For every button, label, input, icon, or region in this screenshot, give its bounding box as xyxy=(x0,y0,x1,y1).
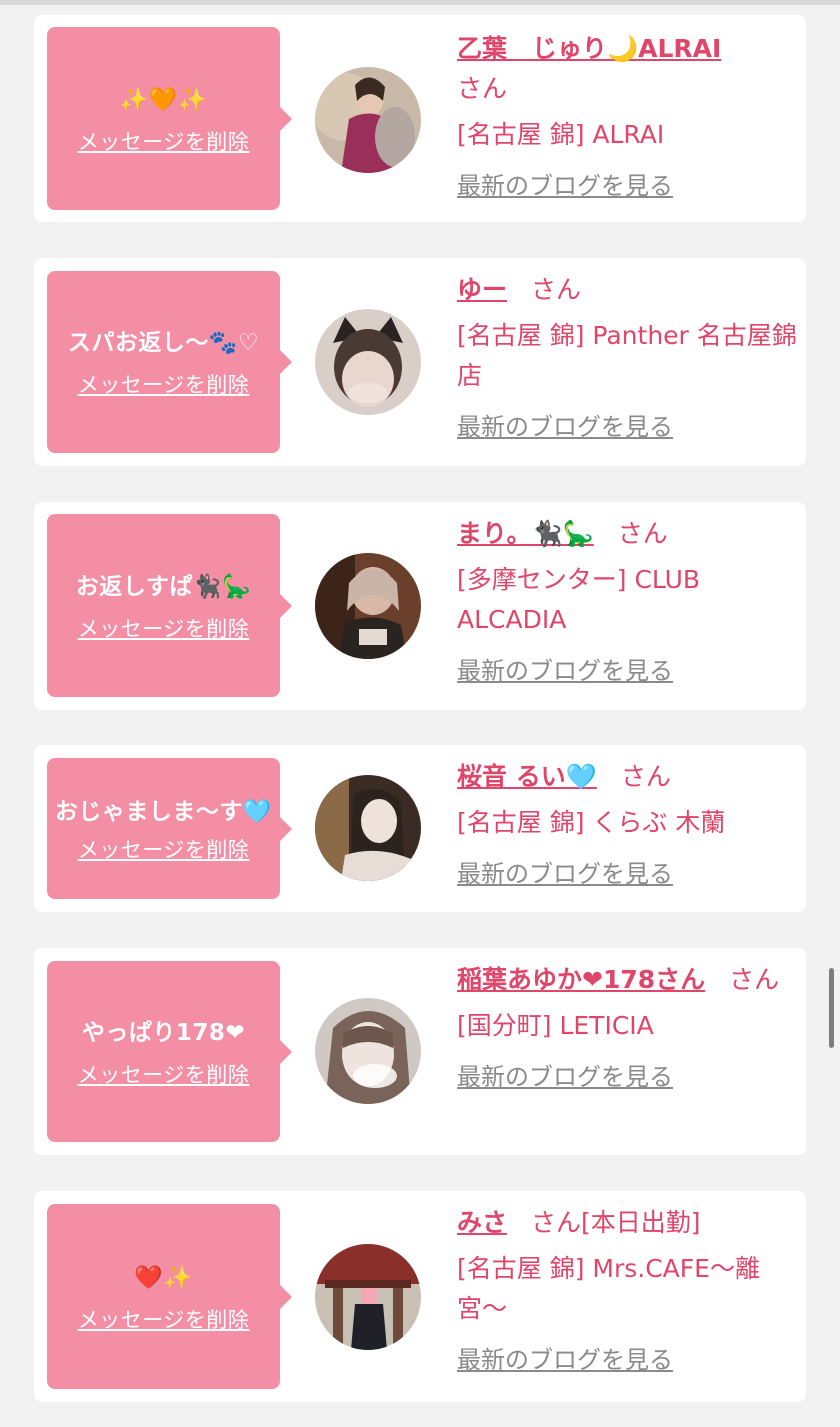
shop-name: [名古屋 錦] Mrs.CAFE〜離宮〜 xyxy=(457,1254,760,1323)
delete-message-link[interactable]: メッセージを削除 xyxy=(78,613,250,643)
sender-info: みさ さん[本日出勤] [名古屋 錦] Mrs.CAFE〜離宮〜 最新のブログを見… xyxy=(457,1203,797,1377)
message-card: やっぱり178❤ メッセージを削除 稲葉あゆか❤178さん さん [国分町] LE… xyxy=(34,948,806,1155)
message-card: ✨🧡✨ メッセージを削除 乙葉 じゅり🌙ALRAI さん [名古屋 錦] ALR… xyxy=(34,15,806,222)
sender-info: 乙葉 じゅり🌙ALRAI さん [名古屋 錦] ALRAI 最新のブログを見る xyxy=(457,29,797,203)
message-bubble: ❤️✨ メッセージを削除 xyxy=(47,1204,292,1389)
avatar[interactable] xyxy=(315,67,421,173)
message-text: スパお返し〜🐾♡ xyxy=(67,330,260,356)
honorific: さん xyxy=(457,74,508,103)
honorific: さん xyxy=(617,519,668,548)
avatar[interactable] xyxy=(315,998,421,1104)
message-text: やっぱり178❤ xyxy=(81,1019,246,1046)
shop-name: [国分町] LETICIA xyxy=(457,1011,654,1040)
honorific: さん xyxy=(620,762,671,791)
sender-info: 稲葉あゆか❤178さん さん [国分町] LETICIA 最新のブログを見る xyxy=(457,960,797,1094)
sender-name-link[interactable]: みさ xyxy=(457,1208,507,1237)
message-card: お返しすぱ🐈‍⬛🦕 メッセージを削除 まり。🐈‍⬛🦕 さん [多摩センター] CL… xyxy=(34,502,806,710)
top-divider xyxy=(0,0,840,5)
message-bubble: おじゃましま〜す🩵 メッセージを削除 xyxy=(47,758,292,899)
message-card: おじゃましま〜す🩵 メッセージを削除 桜音 るい🩵 さん [名古屋 錦] くらぶ … xyxy=(34,745,806,912)
avatar[interactable] xyxy=(315,553,421,659)
message-bubble: スパお返し〜🐾♡ メッセージを削除 xyxy=(47,271,292,453)
honorific: さん xyxy=(729,965,780,994)
latest-blog-link[interactable]: 最新のブログを見る xyxy=(457,654,797,688)
delete-message-link[interactable]: メッセージを削除 xyxy=(78,1059,250,1089)
message-bubble: お返しすぱ🐈‍⬛🦕 メッセージを削除 xyxy=(47,514,292,697)
sender-info: 桜音 るい🩵 さん [名古屋 錦] くらぶ 木蘭 最新のブログを見る xyxy=(457,757,797,891)
sender-name-link[interactable]: 稲葉あゆか❤178さん xyxy=(457,965,705,994)
sender-name-link[interactable]: まり。🐈‍⬛🦕 xyxy=(457,519,594,548)
latest-blog-link[interactable]: 最新のブログを見る xyxy=(457,169,797,203)
sender-info: まり。🐈‍⬛🦕 さん [多摩センター] CLUB ALCADIA 最新のブログを見… xyxy=(457,514,797,688)
on-duty-tag: [本日出勤] xyxy=(581,1208,701,1237)
delete-message-link[interactable]: メッセージを削除 xyxy=(78,369,250,399)
message-text: お返しすぱ🐈‍⬛🦕 xyxy=(75,573,252,600)
delete-message-link[interactable]: メッセージを削除 xyxy=(78,126,250,156)
sender-name-link[interactable]: ゆー xyxy=(457,275,507,304)
latest-blog-link[interactable]: 最新のブログを見る xyxy=(457,1060,797,1094)
honorific: さん xyxy=(531,275,582,304)
sender-name-link[interactable]: 乙葉 じゅり🌙ALRAI xyxy=(457,34,721,63)
shop-name: [多摩センター] CLUB ALCADIA xyxy=(457,565,701,634)
latest-blog-link[interactable]: 最新のブログを見る xyxy=(457,1343,797,1377)
message-bubble: やっぱり178❤ メッセージを削除 xyxy=(47,961,292,1142)
message-text: ✨🧡✨ xyxy=(119,86,208,113)
message-text: ❤️✨ xyxy=(134,1264,193,1291)
message-bubble: ✨🧡✨ メッセージを削除 xyxy=(47,27,292,210)
message-card: スパお返し〜🐾♡ メッセージを削除 ゆー さん [名古屋 錦] Panther 名… xyxy=(34,258,806,466)
shop-name: [名古屋 錦] Panther 名古屋錦店 xyxy=(457,321,797,390)
shop-name: [名古屋 錦] くらぶ 木蘭 xyxy=(457,808,726,837)
avatar[interactable] xyxy=(315,309,421,415)
latest-blog-link[interactable]: 最新のブログを見る xyxy=(457,410,797,444)
delete-message-link[interactable]: メッセージを削除 xyxy=(78,1304,250,1334)
shop-name: [名古屋 錦] ALRAI xyxy=(457,120,665,149)
sender-info: ゆー さん [名古屋 錦] Panther 名古屋錦店 最新のブログを見る xyxy=(457,270,797,444)
sender-name-link[interactable]: 桜音 るい🩵 xyxy=(457,762,597,791)
avatar[interactable] xyxy=(315,775,421,881)
message-card: ❤️✨ メッセージを削除 みさ さん[本日出勤] [名古屋 錦] Mrs.CAFE… xyxy=(34,1191,806,1402)
latest-blog-link[interactable]: 最新のブログを見る xyxy=(457,857,797,891)
message-text: おじゃましま〜す🩵 xyxy=(54,798,273,825)
scrollbar[interactable] xyxy=(829,968,834,1048)
avatar[interactable] xyxy=(315,1244,421,1350)
delete-message-link[interactable]: メッセージを削除 xyxy=(78,834,250,864)
honorific: さん xyxy=(531,1208,582,1237)
